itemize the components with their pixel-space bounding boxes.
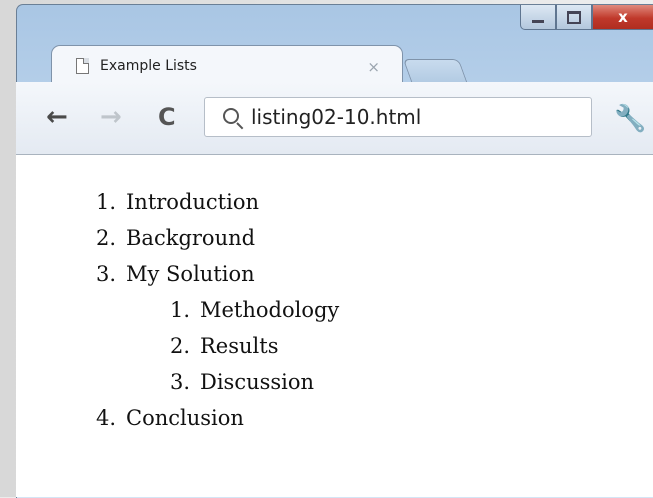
minimize-button[interactable]: [520, 5, 556, 30]
close-icon: x: [618, 7, 628, 26]
list-number: 3.: [95, 262, 116, 286]
list-number: 1.: [95, 190, 116, 214]
list-item: 1. Introduction: [75, 184, 339, 220]
wrench-icon[interactable]: 🔧: [614, 104, 646, 134]
back-arrow-icon[interactable]: ←: [46, 104, 68, 130]
nested-list-item: 3. Discussion: [75, 364, 339, 400]
url-text: listing02-10.html: [251, 105, 422, 129]
list-item: 3. My Solution: [75, 256, 339, 292]
search-icon: [223, 108, 239, 124]
list-item-text: Conclusion: [126, 406, 244, 430]
list-number: 3.: [169, 370, 190, 394]
document-icon: [76, 58, 89, 74]
list-number: 2.: [169, 334, 190, 358]
list-item: 4. Conclusion: [75, 400, 339, 436]
maximize-button[interactable]: [556, 5, 592, 30]
ordered-list: 1. Introduction 2. Background 3. My Solu…: [75, 184, 339, 436]
nested-list-item: 2. Results: [75, 328, 339, 364]
window-controls: x: [520, 5, 653, 33]
minimize-icon: [532, 19, 544, 23]
new-tab-button[interactable]: [402, 59, 468, 82]
list-item: 2. Background: [75, 220, 339, 256]
list-item-text: My Solution: [126, 262, 255, 286]
forward-arrow-icon[interactable]: →: [100, 104, 122, 130]
browser-toolbar: ← → C listing02-10.html 🔧: [16, 82, 653, 155]
list-item-text: Methodology: [200, 298, 340, 322]
list-number: 1.: [169, 298, 190, 322]
address-bar[interactable]: listing02-10.html: [204, 97, 592, 137]
list-item-text: Background: [126, 226, 256, 250]
maximize-icon: [567, 10, 581, 24]
close-window-button[interactable]: x: [592, 5, 653, 30]
reload-icon[interactable]: C: [158, 104, 176, 130]
list-item-text: Discussion: [200, 370, 315, 394]
list-number: 2.: [95, 226, 116, 250]
tab-close-icon[interactable]: ×: [367, 58, 380, 76]
list-item-text: Results: [200, 334, 279, 358]
page-content: 1. Introduction 2. Background 3. My Solu…: [16, 155, 653, 497]
tab-title: Example Lists: [100, 58, 197, 74]
nested-list-item: 1. Methodology: [75, 292, 339, 328]
list-item-text: Introduction: [126, 190, 259, 214]
list-number: 4.: [95, 406, 116, 430]
